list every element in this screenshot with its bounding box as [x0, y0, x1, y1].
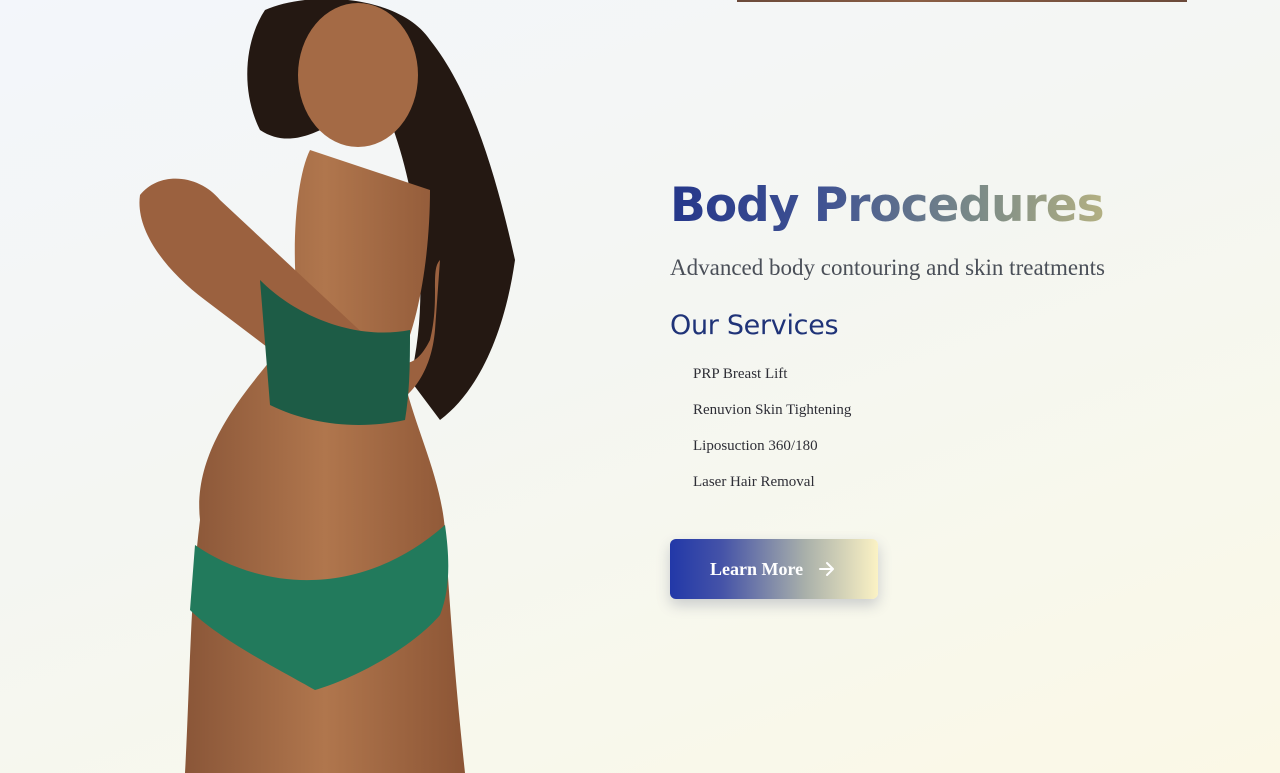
model-photo: [139, 0, 515, 773]
hero-content: Body Procedures Advanced body contouring…: [670, 176, 1230, 599]
service-item: Renuvion Skin Tightening: [693, 402, 852, 418]
service-item: PRP Breast Lift: [693, 366, 788, 382]
service-item: Laser Hair Removal: [693, 474, 815, 490]
service-item: Liposuction 360/180: [693, 438, 818, 454]
page-title: Body Procedures: [670, 176, 1105, 236]
learn-more-label: Learn More: [710, 558, 804, 579]
arrow-right-icon: [819, 562, 835, 576]
services-list: PRP Breast Lift Renuvion Skin Tightening…: [670, 364, 1230, 508]
services-heading: Our Services: [670, 310, 839, 341]
page-subtitle: Advanced body contouring and skin treatm…: [670, 255, 1105, 280]
top-image-strip: [737, 0, 1187, 2]
learn-more-button[interactable]: Learn More: [670, 539, 878, 599]
